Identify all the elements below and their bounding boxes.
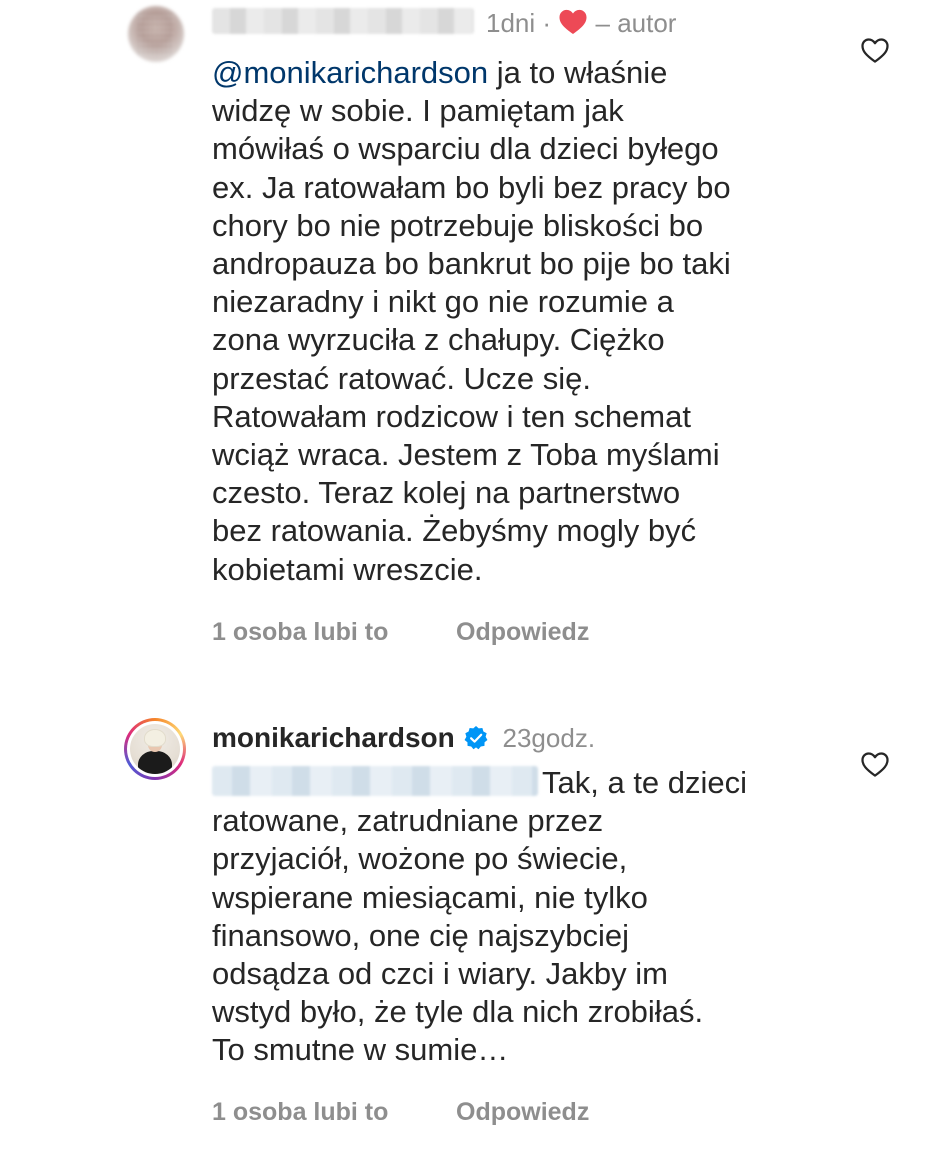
comment-time: 1dni — [486, 8, 536, 38]
heart-outline-icon[interactable] — [860, 750, 890, 778]
avatar[interactable] — [124, 718, 186, 780]
heart-outline-icon[interactable] — [860, 36, 890, 64]
commenter-name[interactable]: monikarichardson — [212, 722, 455, 753]
comment-text: @monikarichardson ja to właśnie widzę w … — [212, 54, 852, 589]
comment-body: Tak, a te dzieci ratowane, zatrudniane p… — [212, 765, 748, 1068]
likes-count[interactable]: 1 osoba lubi to — [212, 1098, 388, 1127]
comment-2: monikarichardson 23godz. Tak, a te dziec… — [0, 700, 946, 1164]
author-like-label: – autor — [595, 8, 677, 38]
comment-meta: 1dni · – autor — [486, 8, 677, 38]
commenter-header: monikarichardson 23godz. — [212, 722, 595, 754]
reply-button[interactable]: Odpowiedz — [456, 1098, 589, 1127]
comment-1: 1dni · – autor @monikarichardson ja to w… — [0, 0, 946, 660]
commenter-avatar-blurred[interactable] — [128, 6, 184, 62]
commenter-name-blurred[interactable] — [212, 8, 474, 34]
comment-time: 23godz. — [502, 723, 596, 753]
verified-badge-icon — [464, 725, 488, 750]
likes-count[interactable]: 1 osoba lubi to — [212, 618, 388, 647]
avatar-photo — [130, 724, 180, 774]
comment-body: ja to właśnie widzę w sobie. I pamiętam … — [212, 55, 731, 587]
filled-heart-icon — [559, 9, 587, 35]
mention-link[interactable]: @monikarichardson — [212, 55, 488, 90]
reply-button[interactable]: Odpowiedz — [456, 618, 589, 647]
